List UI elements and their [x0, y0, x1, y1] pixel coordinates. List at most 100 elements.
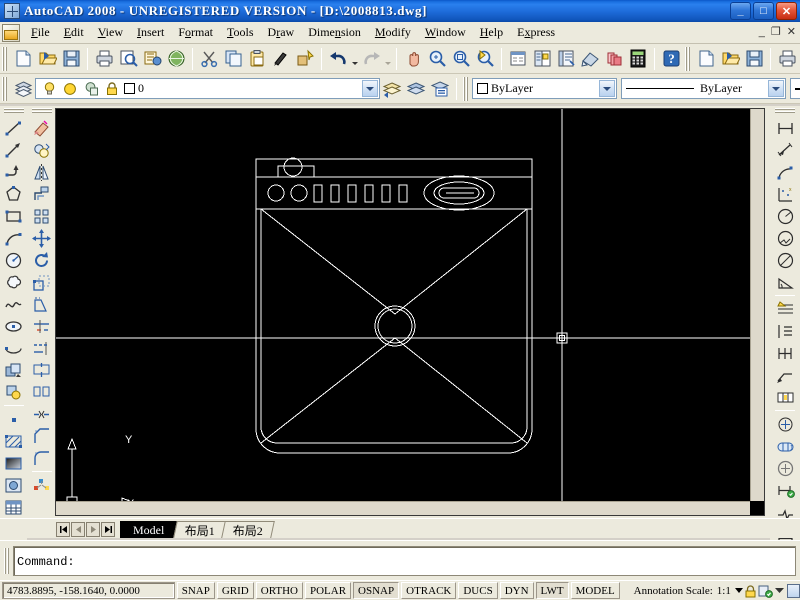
freeze-viewport-icon[interactable] — [83, 81, 99, 97]
lightbulb-on-icon[interactable] — [41, 81, 57, 97]
drawing-area[interactable]: Y X — [55, 108, 765, 516]
comm-center-icon[interactable] — [758, 583, 773, 598]
layout-tab-2[interactable]: 布局1 — [173, 521, 228, 538]
dim-arc-length-icon[interactable] — [773, 161, 797, 183]
array-icon[interactable] — [30, 205, 54, 227]
lock-icon[interactable] — [104, 81, 120, 97]
menu-file[interactable]: File — [24, 23, 57, 42]
break-icon[interactable] — [30, 381, 54, 403]
stretch-icon[interactable] — [30, 293, 54, 315]
dim-center-mark-icon[interactable] — [773, 413, 797, 435]
point-icon[interactable] — [2, 408, 26, 430]
make-block-icon[interactable] — [2, 381, 26, 403]
dim-diameter-icon[interactable] — [773, 249, 797, 271]
blockeditor-icon[interactable] — [294, 48, 316, 70]
lineweight-control-combo[interactable]: By — [790, 78, 800, 99]
redo-icon[interactable] — [360, 48, 382, 70]
dim-tolerance-icon[interactable] — [773, 386, 797, 408]
lock-toolbars-icon[interactable] — [743, 583, 758, 598]
polygon-icon[interactable] — [2, 183, 26, 205]
horizontal-scrollbar[interactable] — [56, 501, 750, 515]
layer-previous-icon[interactable] — [381, 78, 403, 100]
status-toggle-ducs[interactable]: DUCS — [458, 582, 498, 599]
chamfer-icon[interactable] — [30, 425, 54, 447]
zoom-previous-icon[interactable] — [474, 48, 496, 70]
status-toggle-grid[interactable]: GRID — [216, 582, 254, 599]
layer-properties-icon[interactable] — [405, 78, 427, 100]
modify-toolbar-grip[interactable] — [31, 108, 52, 115]
status-toggle-polar[interactable]: POLAR — [304, 582, 352, 599]
status-expand-chevron-down-icon[interactable] — [773, 583, 787, 598]
ellipse-arc-icon[interactable] — [2, 337, 26, 359]
mirror-icon[interactable] — [30, 161, 54, 183]
next-tab-button[interactable] — [86, 522, 100, 537]
layout-tab-3[interactable]: 布局2 — [221, 521, 276, 538]
fillet-icon[interactable] — [30, 447, 54, 469]
menu-modify[interactable]: Modify — [368, 23, 418, 42]
explode-icon[interactable] — [30, 474, 54, 496]
mdi-close-button[interactable]: ✕ — [787, 25, 796, 39]
undo-icon[interactable] — [327, 48, 349, 70]
clean-screen-icon[interactable] — [787, 583, 800, 598]
menu-window[interactable]: Window — [418, 23, 473, 42]
redo-chevron-down-icon[interactable] — [383, 48, 392, 70]
first-tab-button[interactable] — [56, 522, 70, 537]
annotation-scale-chevron-down-icon[interactable] — [734, 588, 743, 593]
dim-update-icon[interactable] — [773, 479, 797, 501]
designcenter-icon[interactable] — [531, 48, 553, 70]
properties-toolbar-grip[interactable] — [463, 76, 470, 101]
color-chevron-down-icon[interactable] — [599, 80, 615, 97]
markup-icon[interactable] — [579, 48, 601, 70]
menu-format[interactable]: Format — [171, 23, 220, 42]
erase-icon[interactable] — [30, 117, 54, 139]
dim-quick-icon[interactable] — [773, 298, 797, 320]
paste-icon[interactable] — [246, 48, 268, 70]
status-toggle-model[interactable]: MODEL — [570, 582, 620, 599]
sheetset-icon[interactable] — [165, 48, 187, 70]
menu-insert[interactable]: Insert — [130, 23, 171, 42]
status-toggle-dyn[interactable]: DYN — [499, 582, 534, 599]
status-toggle-lwt[interactable]: LWT — [535, 582, 569, 599]
copy-object-icon[interactable] — [30, 139, 54, 161]
ray-icon[interactable] — [2, 139, 26, 161]
status-toggle-otrack[interactable]: OTRACK — [401, 582, 457, 599]
rotate-icon[interactable] — [30, 249, 54, 271]
extend-icon[interactable] — [30, 337, 54, 359]
scale-icon[interactable] — [30, 271, 54, 293]
annotation-scale[interactable]: Annotation Scale: 1:1 — [634, 585, 743, 597]
open-icon[interactable] — [719, 48, 741, 70]
gradient-icon[interactable] — [2, 452, 26, 474]
revcloud-icon[interactable] — [2, 271, 26, 293]
join-icon[interactable] — [30, 403, 54, 425]
offset-icon[interactable] — [30, 183, 54, 205]
coordinates-display[interactable]: 4783.8895, -158.1640, 0.0000 — [2, 582, 175, 599]
status-toggle-snap[interactable]: SNAP — [176, 582, 215, 599]
status-toggle-osnap[interactable]: OSNAP — [353, 582, 400, 599]
publish-icon[interactable] — [141, 48, 163, 70]
vertical-scrollbar[interactable] — [750, 109, 764, 501]
properties-icon[interactable] — [507, 48, 529, 70]
plot-icon[interactable] — [93, 48, 115, 70]
refedit-icon[interactable] — [603, 48, 625, 70]
menu-tools[interactable]: Tools — [220, 23, 261, 42]
pan-icon[interactable] — [402, 48, 424, 70]
polyline-icon[interactable] — [2, 161, 26, 183]
layout-tab-1[interactable]: Model — [120, 521, 178, 538]
calculator-icon[interactable] — [627, 48, 649, 70]
ellipse-icon[interactable] — [2, 315, 26, 337]
menu-express[interactable]: Express — [510, 23, 562, 42]
menu-dimension[interactable]: Dimension — [301, 23, 368, 42]
layer-combo[interactable]: 0 — [35, 78, 380, 99]
toolbar-grip[interactable] — [2, 46, 9, 71]
save-icon[interactable] — [60, 48, 82, 70]
insert-block-icon[interactable] — [2, 359, 26, 381]
restore-button[interactable]: □ — [753, 2, 774, 20]
break-at-point-icon[interactable] — [30, 359, 54, 381]
rectangle-icon[interactable] — [2, 205, 26, 227]
sun-freeze-icon[interactable] — [62, 81, 78, 97]
linetype-control-combo[interactable]: ByLayer — [621, 78, 786, 99]
help-icon[interactable]: ? — [660, 48, 682, 70]
new-icon[interactable] — [12, 48, 34, 70]
layer-combo-chevron-down-icon[interactable] — [362, 80, 378, 97]
command-input[interactable]: Command: — [13, 545, 796, 576]
